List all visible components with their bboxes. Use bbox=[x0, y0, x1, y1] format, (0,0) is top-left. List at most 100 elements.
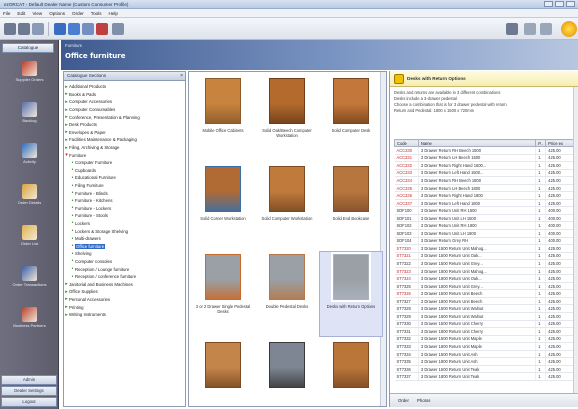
table-row[interactable]: ACC330 3 Drawer Return RH Beech 1500 1 425.… bbox=[394, 146, 576, 155]
grid-view-icon[interactable] bbox=[82, 23, 94, 35]
tree-node[interactable]: • Office furniture bbox=[64, 242, 185, 250]
table-row[interactable]: SDF102 3 Drawer Return Unit RH 1800 1 400.0… bbox=[394, 221, 576, 230]
product-image[interactable] bbox=[331, 76, 371, 126]
column-header-3[interactable]: Price ex bbox=[545, 139, 576, 147]
menu-item-file[interactable]: File bbox=[3, 11, 10, 16]
tree-node[interactable]: ▸ Books & Pads bbox=[64, 91, 185, 99]
tree-node[interactable]: ▸ Janitorial and Business Machines bbox=[64, 280, 185, 288]
nav-dealer-settings-button[interactable]: Dealer Settings bbox=[1, 386, 57, 396]
product-thumbnail[interactable] bbox=[192, 340, 254, 400]
table-row[interactable]: ST7331 3 Drawer 1800 Return Unit Cherry 1 4… bbox=[394, 327, 576, 336]
product-thumbnail[interactable]: Solid Oak/Beech Computer Workstation bbox=[256, 76, 318, 160]
help-icon[interactable] bbox=[540, 23, 552, 35]
tree-node[interactable]: • Lockers bbox=[64, 220, 185, 228]
product-thumbnail[interactable]: Solid Corner Workstation bbox=[192, 164, 254, 248]
product-thumbnail[interactable] bbox=[256, 340, 318, 400]
product-image[interactable] bbox=[203, 252, 243, 302]
table-row[interactable]: ST7332 3 Drawer 1500 Return Unit Maple 1 42… bbox=[394, 335, 576, 344]
table-row[interactable]: ST7335 3 Drawer 1800 Return Unit Ash 1 425.… bbox=[394, 357, 576, 366]
nav-item-order-transactions[interactable]: Order Transactions bbox=[0, 263, 59, 303]
product-image[interactable] bbox=[267, 252, 307, 302]
close-button[interactable] bbox=[566, 1, 575, 7]
nav-item-activity[interactable]: Activity bbox=[0, 140, 59, 180]
table-row[interactable]: ST7334 3 Drawer 1500 Return Unit Ash 1 425.… bbox=[394, 350, 576, 359]
product-thumbnail[interactable]: Solid Computer Workstation bbox=[256, 164, 318, 248]
table-row[interactable]: ACC337 3 Drawer Return Left Hand 1800 1 425… bbox=[394, 199, 576, 208]
tree-node[interactable]: ▸ Computer Consumables bbox=[64, 106, 185, 114]
tree-node[interactable]: • Furniture - Blinds bbox=[64, 189, 185, 197]
product-thumbnail[interactable]: Desks with Return Options bbox=[319, 251, 383, 337]
catalogue-icon[interactable] bbox=[54, 23, 66, 35]
tree-node[interactable]: • Furniture - Stools bbox=[64, 212, 185, 220]
nav-item-business-partners[interactable]: Business Partners bbox=[0, 304, 59, 344]
table-row[interactable]: ACC332 3 Drawer Return Right Hand 1500...… bbox=[394, 161, 576, 170]
product-image[interactable] bbox=[331, 340, 371, 390]
nav-item-order-list[interactable]: Order List bbox=[0, 222, 59, 262]
table-row[interactable]: ST7325 3 Drawer 1800 Return Unit Grey... 1… bbox=[394, 282, 576, 291]
table-row[interactable]: ST7326 3 Drawer 1500 Return Unit Beech 1 42… bbox=[394, 289, 576, 298]
product-thumbnail[interactable]: Mobile Office Cabinets bbox=[192, 76, 254, 160]
tree-node[interactable]: ▸ Filing, Archiving & Storage bbox=[64, 144, 185, 152]
product-image[interactable] bbox=[267, 76, 307, 126]
back-icon[interactable] bbox=[4, 23, 16, 35]
tree-node[interactable]: ▸ Personal Accessories bbox=[64, 296, 185, 304]
table-row[interactable]: ST7330 3 Drawer 1500 Return Unit Cherry 1 4… bbox=[394, 320, 576, 329]
tree-node[interactable]: • Multi-drawers bbox=[64, 235, 185, 243]
order-button[interactable]: Order bbox=[398, 398, 409, 403]
product-image[interactable] bbox=[267, 340, 307, 390]
tree-node[interactable]: • Furniture - Kitchens bbox=[64, 197, 185, 205]
table-row[interactable]: ST7327 3 Drawer 1800 Return Unit Beech 1 42… bbox=[394, 297, 576, 306]
refresh-icon[interactable] bbox=[506, 23, 518, 35]
nav-logout-button[interactable]: Logout bbox=[1, 397, 57, 407]
tree-node[interactable]: ▸ Facilities Maintenance & Packaging bbox=[64, 136, 185, 144]
tree-node[interactable]: • Reception / conference furniture bbox=[64, 273, 185, 281]
product-thumbnail[interactable]: 3 or 2 Drawer Single Pedestal Desks bbox=[192, 252, 254, 336]
close-icon[interactable]: × bbox=[180, 72, 183, 80]
table-row[interactable]: ST7333 3 Drawer 1800 Return Unit Maple 1 42… bbox=[394, 342, 576, 351]
product-image[interactable] bbox=[203, 76, 243, 126]
table-row[interactable]: ACC331 3 Drawer Return LH Beech 1500 1 425.… bbox=[394, 154, 576, 163]
table-row[interactable]: ACC334 3 Drawer Return RH Beech 1800 1 425.… bbox=[394, 176, 576, 185]
nav-tab-catalogue[interactable]: Catalogue bbox=[2, 43, 54, 53]
nav-item-order-details[interactable]: Order Details bbox=[0, 181, 59, 221]
product-image[interactable] bbox=[267, 164, 307, 214]
tree-node[interactable]: • Lockers & Storage Shelving bbox=[64, 227, 185, 235]
table-row[interactable]: ST7336 3 Drawer 1500 Return Unit Teak 1 425… bbox=[394, 365, 576, 374]
tree-node[interactable]: • Educational Furniture bbox=[64, 174, 185, 182]
product-thumbnail[interactable]: Solid Computer Desk bbox=[320, 76, 382, 160]
table-row[interactable]: SDF100 3 Drawer Return Unit RH 1500 1 400.0… bbox=[394, 206, 576, 215]
maximize-button[interactable] bbox=[555, 1, 564, 7]
tree-node[interactable]: ▸ Writing Instruments bbox=[64, 311, 185, 319]
menu-item-edit[interactable]: Edit bbox=[17, 11, 25, 16]
product-image[interactable] bbox=[331, 252, 371, 302]
list-view-icon[interactable] bbox=[68, 23, 80, 35]
menu-item-help[interactable]: Help bbox=[109, 11, 118, 16]
photos-button[interactable]: Photos bbox=[417, 398, 430, 403]
minimize-button[interactable] bbox=[544, 1, 553, 7]
column-header-1[interactable]: Name bbox=[417, 139, 537, 147]
menu-item-options[interactable]: Options bbox=[49, 11, 65, 16]
product-image[interactable] bbox=[331, 164, 371, 214]
tree-node[interactable]: ▸ Office Supplies bbox=[64, 288, 185, 296]
table-row[interactable]: SDF101 3 Drawer Return Unit LH 1500 1 400.0… bbox=[394, 214, 576, 223]
column-header-2[interactable]: P.. bbox=[535, 139, 547, 147]
table-row[interactable]: ST7324 3 Drawer 1800 Return Unit Oak... 1 4… bbox=[394, 274, 576, 283]
nav-item-supplier-orders[interactable]: Supplier Orders bbox=[0, 58, 59, 98]
product-thumbnail[interactable]: Double Pedestal Desks bbox=[256, 252, 318, 336]
forward-icon[interactable] bbox=[18, 23, 30, 35]
table-row[interactable]: ST7322 3 Drawer 1500 Return Unit Grey... 1… bbox=[394, 259, 576, 268]
tree-node[interactable]: ▸ Conference, Presentation & Planning bbox=[64, 113, 185, 121]
tree-node[interactable]: • Furniture - Lockers bbox=[64, 205, 185, 213]
tree-node[interactable]: ▸ Envelopes & Paper bbox=[64, 129, 185, 137]
tree-node[interactable]: ▾ Furniture bbox=[64, 151, 185, 159]
tree-node[interactable]: • Filing Furniture bbox=[64, 182, 185, 190]
menu-item-order[interactable]: Order bbox=[72, 11, 84, 16]
tree-node[interactable]: ▸ Desk Products bbox=[64, 121, 185, 129]
table-row[interactable]: ACC335 3 Drawer Return LH Beech 1800 1 425.… bbox=[394, 184, 576, 193]
product-thumbnail[interactable] bbox=[320, 340, 382, 400]
menu-item-view[interactable]: View bbox=[32, 11, 42, 16]
tree-node[interactable]: • Reception / Lounge furniture bbox=[64, 265, 185, 273]
column-header-0[interactable]: Code bbox=[394, 139, 419, 147]
table-row[interactable]: ACC336 3 Drawer Return Right Hand 1800 1 42… bbox=[394, 191, 576, 200]
table-row[interactable]: ACC333 3 Drawer Return Left Hand 1500... 1… bbox=[394, 169, 576, 178]
